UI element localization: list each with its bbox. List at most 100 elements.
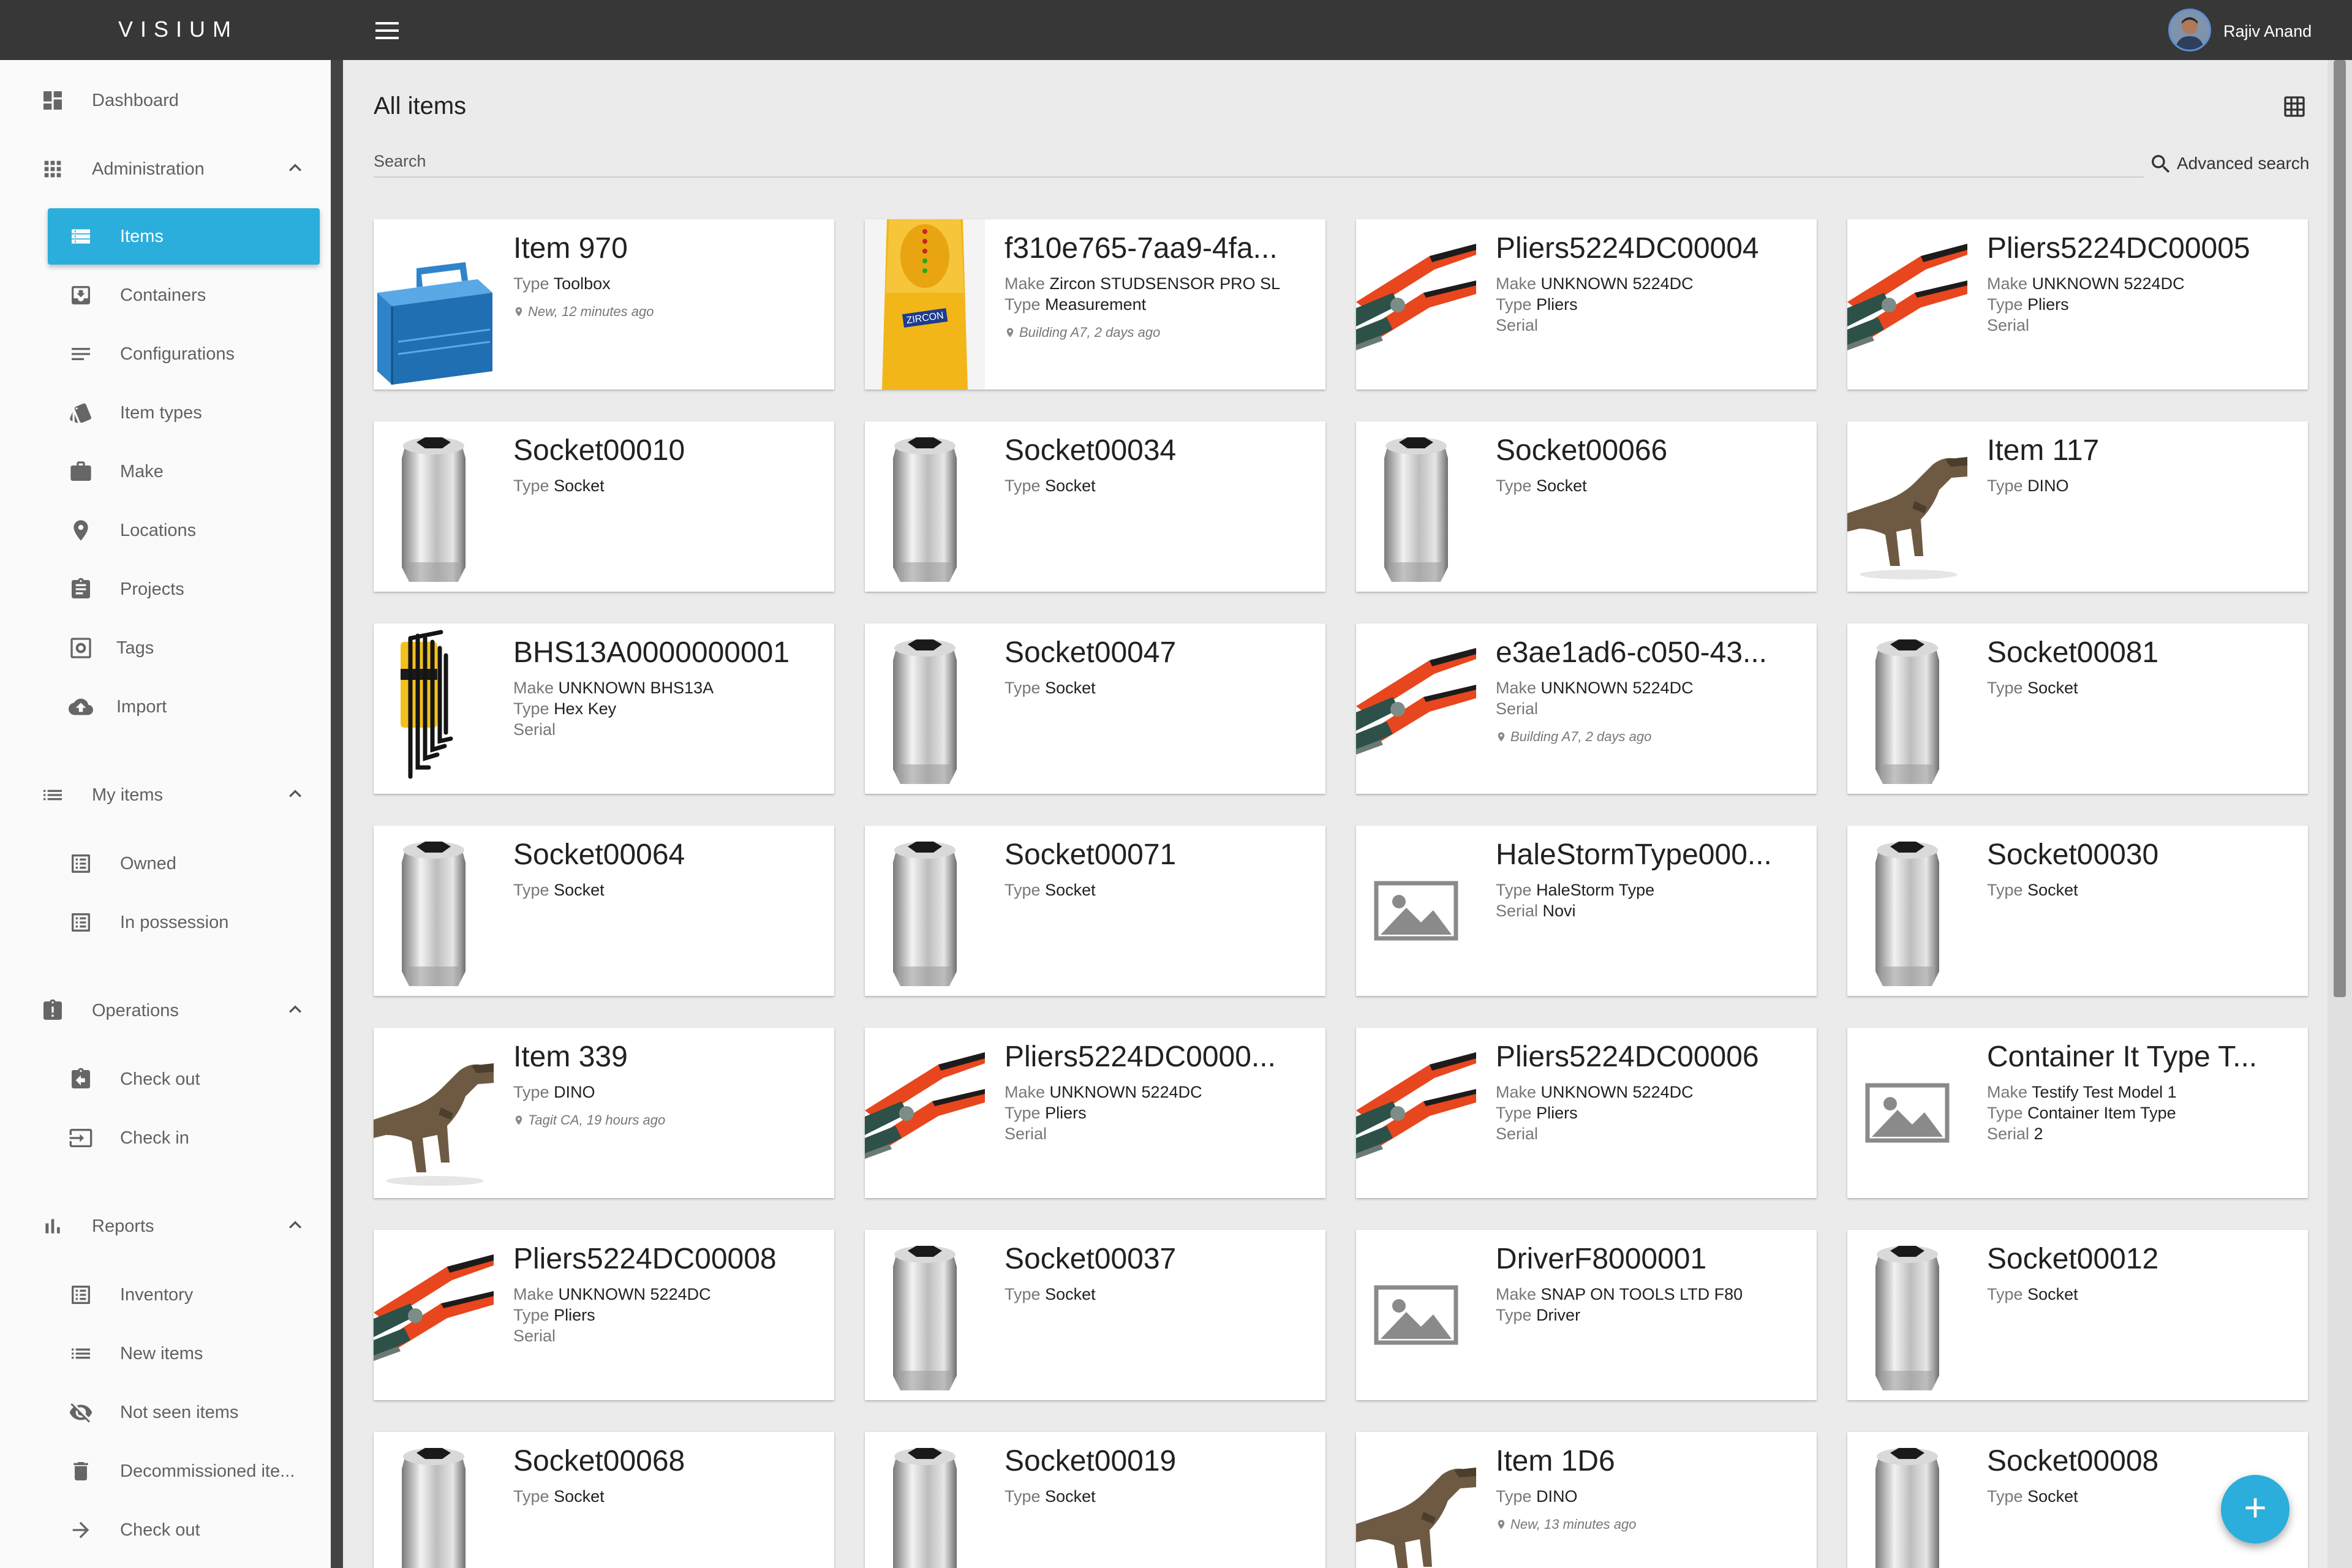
item-card[interactable]: Socket00019 Type Socket — [865, 1432, 1325, 1568]
detail-value: 2 — [2034, 1125, 2043, 1143]
item-title[interactable]: Socket00081 — [1987, 635, 2293, 671]
item-card[interactable]: ZIRCON f310e765-7aa9-4fa... Make Zircon ST… — [865, 219, 1325, 390]
item-card[interactable]: Socket00066 Type Socket — [1356, 421, 1817, 592]
brand-logo[interactable]: VISIUM — [118, 16, 238, 43]
item-title[interactable]: HaleStormType000... — [1496, 837, 1802, 873]
sidebar-section-reports[interactable]: Reports — [0, 1197, 331, 1256]
item-title[interactable]: e3ae1ad6-c050-43... — [1496, 635, 1802, 671]
item-detail-line: Serial — [1987, 315, 2293, 336]
item-title[interactable]: Container It Type T... — [1987, 1039, 2293, 1076]
user-avatar[interactable] — [2168, 9, 2211, 51]
item-title[interactable]: Socket00068 — [513, 1443, 820, 1480]
item-title[interactable]: f310e765-7aa9-4fa... — [1005, 230, 1311, 267]
location-pin-icon — [1005, 325, 1019, 340]
item-title[interactable]: Pliers5224DC00008 — [513, 1241, 820, 1278]
item-title[interactable]: Item 970 — [513, 230, 820, 267]
item-title[interactable]: Socket00012 — [1987, 1241, 2293, 1278]
item-card[interactable]: Item 117 Type DINO — [1847, 421, 2308, 592]
sidebar-item-owned[interactable]: Owned — [0, 834, 331, 893]
sidebar-scrollbar[interactable] — [331, 60, 343, 1568]
item-title[interactable]: DriverF8000001 — [1496, 1241, 1802, 1278]
chevron-up-icon[interactable] — [283, 1213, 307, 1237]
item-card[interactable]: Item 970 Type Toolbox New, 12 minutes ago — [374, 219, 834, 390]
item-card[interactable]: Socket00068 Type Socket — [374, 1432, 834, 1568]
item-card[interactable]: Pliers5224DC00006 Make UNKNOWN 5224DC Type… — [1356, 1028, 1817, 1198]
item-title[interactable]: Socket00037 — [1005, 1241, 1311, 1278]
scrollbar-thumb[interactable] — [2334, 60, 2346, 997]
sidebar-item-in-possession[interactable]: In possession — [0, 893, 331, 952]
item-card[interactable]: Pliers5224DC00008 Make UNKNOWN 5224DC Type… — [374, 1230, 834, 1400]
item-card[interactable]: e3ae1ad6-c050-43... Make UNKNOWN 5224DC Se… — [1356, 624, 1817, 794]
sidebar-item-not-seen-items[interactable]: Not seen items — [0, 1383, 331, 1442]
sidebar-item-item-types[interactable]: Item types — [0, 383, 331, 442]
sidebar-item-inventory[interactable]: Inventory — [0, 1265, 331, 1324]
sidebar-item-configurations[interactable]: Configurations — [0, 325, 331, 383]
sidebar-section-my-items[interactable]: My items — [0, 766, 331, 824]
item-card[interactable]: Socket00064 Type Socket — [374, 826, 834, 996]
item-title[interactable]: Pliers5224DC00006 — [1496, 1039, 1802, 1076]
item-thumbnail — [1356, 826, 1476, 996]
item-thumbnail — [374, 624, 494, 794]
item-title[interactable]: Item 117 — [1987, 432, 2293, 469]
item-title[interactable]: Socket00064 — [513, 837, 820, 873]
item-detail-line: Type Socket — [1987, 1284, 2293, 1305]
item-title[interactable]: Pliers5224DC00004 — [1496, 230, 1802, 267]
sidebar-section-operations[interactable]: Operations — [0, 981, 331, 1040]
item-card[interactable]: Item 1D6 Type DINO New, 13 minutes ago — [1356, 1432, 1817, 1568]
item-card[interactable]: Pliers5224DC00004 Make UNKNOWN 5224DC Type… — [1356, 219, 1817, 390]
item-card[interactable]: Socket00012 Type Socket — [1847, 1230, 2308, 1400]
grid-view-icon[interactable] — [2282, 94, 2307, 119]
item-card[interactable]: Socket00081 Type Socket — [1847, 624, 2308, 794]
item-title[interactable]: Socket00019 — [1005, 1443, 1311, 1480]
item-title[interactable]: Socket00071 — [1005, 837, 1311, 873]
sidebar-item-projects[interactable]: Projects — [0, 560, 331, 619]
item-card[interactable]: Socket00034 Type Socket — [865, 421, 1325, 592]
sidebar-item-containers[interactable]: Containers — [0, 266, 331, 325]
item-card[interactable]: Container It Type T... Make Testify Test … — [1847, 1028, 2308, 1198]
sidebar-item-tags[interactable]: Tags — [0, 619, 331, 677]
item-card[interactable]: Socket00047 Type Socket — [865, 624, 1325, 794]
item-title[interactable]: Pliers5224DC0000... — [1005, 1039, 1311, 1076]
item-card[interactable]: DriverF8000001 Make SNAP ON TOOLS LTD F80… — [1356, 1230, 1817, 1400]
item-title[interactable]: Socket00034 — [1005, 432, 1311, 469]
item-title[interactable]: Pliers5224DC00005 — [1987, 230, 2293, 267]
item-details: Make UNKNOWN 5224DC Type Pliers Serial — [1496, 273, 1802, 336]
sidebar-section-administration[interactable]: Administration — [0, 140, 331, 198]
item-title[interactable]: Socket00010 — [513, 432, 820, 469]
item-title[interactable]: Item 1D6 — [1496, 1443, 1802, 1480]
main-scrollbar[interactable] — [2328, 60, 2352, 1568]
sidebar-item-import[interactable]: Import — [0, 677, 331, 736]
item-card[interactable]: HaleStormType000... Type HaleStorm Type Se… — [1356, 826, 1817, 996]
item-card[interactable]: Socket00037 Type Socket — [865, 1230, 1325, 1400]
chevron-up-icon[interactable] — [283, 156, 307, 180]
item-card[interactable]: Socket00071 Type Socket — [865, 826, 1325, 996]
user-name[interactable]: Rajiv Anand — [2223, 21, 2312, 42]
item-card[interactable]: Item 339 Type DINO Tagit CA, 19 hours ago — [374, 1028, 834, 1198]
search-input[interactable]: Search — [374, 151, 426, 172]
item-card[interactable]: Socket00030 Type Socket — [1847, 826, 2308, 996]
item-card[interactable]: Pliers5224DC0000... Make UNKNOWN 5224DC Ty… — [865, 1028, 1325, 1198]
chevron-up-icon[interactable] — [283, 997, 307, 1022]
item-title[interactable]: Socket00008 — [1987, 1443, 2293, 1480]
hamburger-menu-icon[interactable] — [370, 18, 404, 43]
sidebar-item-items[interactable]: Items — [48, 208, 320, 265]
sidebar-item-check-in[interactable]: Check in — [0, 1109, 331, 1167]
sidebar-item-locations[interactable]: Locations — [0, 501, 331, 560]
item-card[interactable]: BHS13A0000000001 Make UNKNOWN BHS13A Type … — [374, 624, 834, 794]
add-item-button[interactable]: + — [2221, 1475, 2290, 1544]
sidebar-item-make[interactable]: Make — [0, 442, 331, 501]
sidebar-item-report-check-out[interactable]: Check out — [0, 1501, 331, 1559]
item-title[interactable]: Socket00047 — [1005, 635, 1311, 671]
item-title[interactable]: BHS13A0000000001 — [513, 635, 820, 671]
sidebar-item-dashboard[interactable]: Dashboard — [0, 71, 331, 130]
item-title[interactable]: Socket00066 — [1496, 432, 1802, 469]
sidebar-item-decommissioned-items[interactable]: Decommissioned ite... — [0, 1442, 331, 1501]
item-thumbnail — [865, 1432, 985, 1568]
chevron-up-icon[interactable] — [283, 782, 307, 806]
item-card[interactable]: Pliers5224DC00005 Make UNKNOWN 5224DC Type… — [1847, 219, 2308, 390]
item-title[interactable]: Item 339 — [513, 1039, 820, 1076]
sidebar-item-check-out[interactable]: Check out — [0, 1050, 331, 1109]
item-card[interactable]: Socket00010 Type Socket — [374, 421, 834, 592]
sidebar-item-new-items[interactable]: New items — [0, 1324, 331, 1383]
item-title[interactable]: Socket00030 — [1987, 837, 2293, 873]
